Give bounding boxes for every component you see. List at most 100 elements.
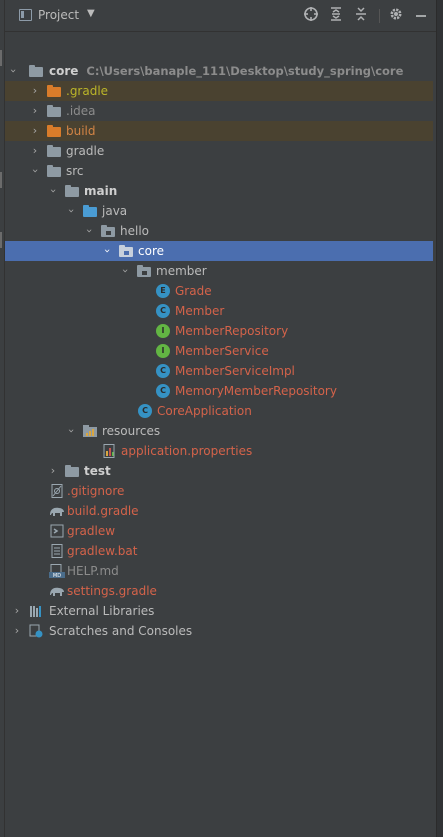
- tree-node-label: MemberService: [175, 344, 269, 358]
- tree-node-build[interactable]: › build: [5, 121, 433, 141]
- minimize-icon[interactable]: [412, 6, 430, 24]
- tree-node-label: MemberServiceImpl: [175, 364, 295, 378]
- class-icon: C: [156, 384, 170, 398]
- chevron-down-icon[interactable]: ▼: [87, 8, 95, 19]
- tree-node-hello[interactable]: › hello: [5, 221, 433, 241]
- folder-icon: [47, 144, 61, 158]
- tree-node-label: .gradle: [66, 84, 109, 98]
- chevron-down-icon[interactable]: ›: [97, 245, 117, 257]
- chevron-right-icon[interactable]: ›: [47, 461, 59, 481]
- tree-node-label: MemoryMemberRepository: [175, 384, 337, 398]
- chevron-right-icon[interactable]: ›: [29, 81, 41, 101]
- tree-node-label: test: [84, 464, 111, 478]
- tree-node-dot-gradle[interactable]: › .gradle: [5, 81, 433, 101]
- svg-text:MD: MD: [53, 573, 61, 578]
- chevron-down-icon[interactable]: ›: [61, 205, 81, 217]
- markdown-file-icon: MD: [49, 564, 65, 579]
- collapse-all-icon[interactable]: [352, 6, 370, 24]
- tree-node-dot-idea[interactable]: › .idea: [5, 101, 433, 121]
- tree-node-label: Scratches and Consoles: [49, 624, 193, 638]
- package-icon: [137, 264, 151, 278]
- tree-node-src[interactable]: › src: [5, 161, 433, 181]
- chevron-right-icon[interactable]: ›: [11, 601, 23, 621]
- right-scrollbar-strip[interactable]: [436, 0, 443, 837]
- tree-node-label: main: [84, 184, 118, 198]
- chevron-down-icon[interactable]: ›: [43, 185, 63, 197]
- tree-node-member[interactable]: › member: [5, 261, 433, 281]
- tree-node-label: member: [156, 264, 207, 278]
- scratches-icon: [29, 624, 43, 638]
- source-root-folder-icon: [83, 204, 97, 218]
- root-path: C:\Users\banaple_111\Desktop\study_sprin…: [86, 64, 404, 78]
- project-tool-window: Project ▼ › core C:\Users\banaple_111\Des…: [5, 0, 437, 837]
- tree-node-java[interactable]: › java: [5, 201, 433, 221]
- tree-node-memory-member-repository[interactable]: C MemoryMemberRepository: [5, 381, 433, 401]
- chevron-down-icon[interactable]: ›: [3, 65, 23, 77]
- gradle-elephant-icon: [49, 584, 64, 598]
- text-file-icon: [50, 544, 64, 558]
- source-set-folder-icon: [65, 464, 79, 478]
- tree-node-settings-gradle[interactable]: settings.gradle: [5, 581, 433, 601]
- root-label: core: [49, 64, 79, 78]
- chevron-down-icon[interactable]: ›: [79, 225, 99, 237]
- project-view-title[interactable]: Project: [38, 8, 79, 22]
- properties-file-icon: [102, 444, 116, 458]
- left-strip-marker: [0, 232, 2, 248]
- folder-icon: [47, 164, 61, 178]
- tree-node-label: core: [138, 244, 164, 258]
- interface-icon: I: [156, 344, 170, 358]
- tree-node-core-package[interactable]: › core: [5, 241, 433, 261]
- tree-node-gradle[interactable]: › gradle: [5, 141, 433, 161]
- tree-node-label: settings.gradle: [67, 584, 157, 598]
- shell-script-icon: [50, 524, 64, 538]
- tree-node-member-repository[interactable]: I MemberRepository: [5, 321, 433, 341]
- excluded-folder-icon: [47, 124, 61, 138]
- interface-icon: I: [156, 324, 170, 338]
- tree-node-label: hello: [120, 224, 149, 238]
- tree-node-main[interactable]: › main: [5, 181, 433, 201]
- crosshair-icon[interactable]: [302, 6, 320, 24]
- class-icon: C: [156, 364, 170, 378]
- chevron-down-icon[interactable]: ›: [115, 265, 135, 277]
- tree-node-gradlew[interactable]: gradlew: [5, 521, 433, 541]
- chevron-right-icon[interactable]: ›: [29, 101, 41, 121]
- expand-all-icon[interactable]: [327, 6, 345, 24]
- tree-node-member-class[interactable]: C Member: [5, 301, 433, 321]
- chevron-down-icon[interactable]: ›: [25, 165, 45, 177]
- tree-node-core-root[interactable]: › core C:\Users\banaple_111\Desktop\study…: [5, 61, 433, 81]
- source-set-folder-icon: [65, 184, 79, 198]
- spring-boot-class-icon: C: [138, 404, 152, 418]
- tree-node-grade[interactable]: E Grade: [5, 281, 433, 301]
- enum-icon: E: [156, 284, 170, 298]
- tree-node-label: gradlew: [67, 524, 116, 538]
- package-icon: [119, 244, 133, 258]
- tree-node-label: src: [66, 164, 84, 178]
- tree-node-label: java: [102, 204, 128, 218]
- tree-node-member-service[interactable]: I MemberService: [5, 341, 433, 361]
- project-toolbar: Project ▼: [5, 0, 437, 32]
- gear-icon[interactable]: [387, 6, 405, 24]
- tree-node-label: gradle: [66, 144, 105, 158]
- tree-node-build-gradle[interactable]: build.gradle: [5, 501, 433, 521]
- tree-node-label: External Libraries: [49, 604, 155, 618]
- chevron-right-icon[interactable]: ›: [11, 621, 23, 641]
- tree-node-application-properties[interactable]: application.properties: [5, 441, 433, 461]
- tree-node-resources[interactable]: › resources: [5, 421, 433, 441]
- tree-node-scratches[interactable]: › Scratches and Consoles: [5, 621, 433, 641]
- tree-node-help-md[interactable]: MD HELP.md: [5, 561, 433, 581]
- project-icon: [19, 9, 32, 21]
- tree-node-external-libraries[interactable]: › External Libraries: [5, 601, 433, 621]
- chevron-down-icon[interactable]: ›: [61, 425, 81, 437]
- tree-node-label: MemberRepository: [175, 324, 289, 338]
- resources-folder-icon: [83, 424, 97, 438]
- chevron-right-icon[interactable]: ›: [29, 141, 41, 161]
- chevron-right-icon[interactable]: ›: [29, 121, 41, 141]
- toolbar-separator: [379, 9, 380, 23]
- tree-node-gitignore[interactable]: .gitignore: [5, 481, 433, 501]
- tree-node-test[interactable]: › test: [5, 461, 433, 481]
- tree-node-member-service-impl[interactable]: C MemberServiceImpl: [5, 361, 433, 381]
- tree-node-core-application[interactable]: C CoreApplication: [5, 401, 433, 421]
- tree-node-gradlew-bat[interactable]: gradlew.bat: [5, 541, 433, 561]
- tree-node-label: Member: [175, 304, 225, 318]
- package-icon: [101, 224, 115, 238]
